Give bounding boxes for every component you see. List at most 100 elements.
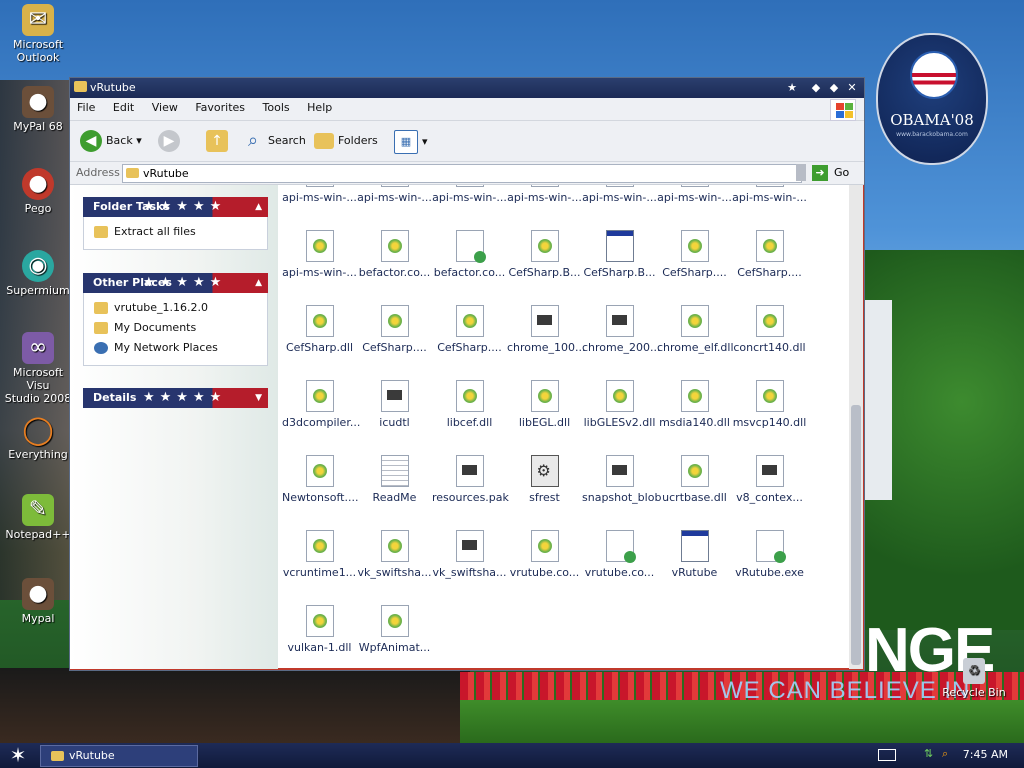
other-places-header[interactable]: Other Places ★★★★★ ▲ (83, 273, 268, 293)
minimize-button[interactable]: ◆ (808, 80, 824, 96)
file-item[interactable]: vRutube.exe (732, 530, 807, 579)
network-tray-icon[interactable]: ⇅ (924, 747, 933, 760)
taskbar-item-vrutube[interactable]: vRutube (40, 745, 198, 767)
address-dropdown[interactable] (796, 164, 806, 181)
file-item[interactable]: snapshot_blob (582, 455, 661, 504)
file-item[interactable]: libEGL.dll (507, 380, 582, 429)
file-item[interactable]: CefSharp.dll (282, 305, 357, 354)
start-button[interactable]: ✶ (7, 745, 29, 766)
place-my-network-places[interactable]: My Network Places (94, 339, 257, 359)
file-item[interactable]: api-ms-win-... (432, 185, 507, 204)
folders-button[interactable]: Folders (314, 130, 378, 152)
place-my-documents[interactable]: My Documents (94, 319, 257, 339)
file-item[interactable]: api-ms-win-... (282, 230, 357, 279)
desktop-icon-outlook[interactable]: ✉ Microsoft Outlook (0, 4, 76, 64)
folder-tasks-body: Extract all files (83, 217, 268, 250)
desktop-icon-mypal68[interactable]: ● MyPal 68 (0, 86, 76, 133)
menu-tools[interactable]: Tools (256, 98, 297, 114)
back-button[interactable]: ◀ Back ▾ (80, 130, 142, 152)
file-item[interactable]: api-ms-win-... (357, 185, 432, 204)
clock[interactable]: 7:45 AM (963, 748, 1008, 761)
search-button[interactable]: ⌕ Search (242, 130, 306, 152)
file-item[interactable]: vrutube.co... (582, 530, 657, 579)
file-item[interactable]: api-ms-win-... (657, 185, 732, 204)
file-item[interactable]: ReadMe (357, 455, 432, 504)
keyboard-icon[interactable] (878, 749, 896, 761)
file-item[interactable]: chrome_200... (582, 305, 661, 354)
dll-file-icon (455, 185, 484, 187)
file-item[interactable]: CefSharp.... (732, 230, 807, 279)
file-item[interactable]: concrt140.dll (732, 305, 807, 354)
scrollbar-thumb[interactable] (851, 405, 861, 665)
file-item[interactable]: vcruntime1... (282, 530, 357, 579)
file-item[interactable]: sfrest (507, 455, 582, 504)
file-item[interactable]: vRutube (657, 530, 732, 579)
file-item[interactable]: CefSharp.B... (507, 230, 582, 279)
desktop-icon-pego[interactable]: ● Pego (0, 168, 76, 215)
file-item[interactable]: CefSharp.... (657, 230, 732, 279)
file-item[interactable]: icudtl (357, 380, 432, 429)
up-folder-button[interactable]: ↑ (206, 130, 232, 152)
menu-file[interactable]: File (70, 98, 102, 114)
chevron-down-icon[interactable]: ▼ (255, 388, 262, 408)
file-item[interactable]: WpfAnimat... (357, 605, 432, 654)
file-item[interactable]: msvcp140.dll (732, 380, 807, 429)
chevron-up-icon[interactable]: ▲ (255, 273, 262, 293)
file-item[interactable]: libGLESv2.dll (582, 380, 657, 429)
file-item[interactable]: chrome_elf.dll (657, 305, 734, 354)
file-item[interactable]: Newtonsoft.... (282, 455, 358, 504)
place-vrutube-folder[interactable]: vrutube_1.16.2.0 (94, 299, 257, 319)
file-item[interactable]: resources.pak (432, 455, 509, 504)
close-button[interactable]: ✕ (844, 80, 860, 96)
file-item[interactable]: d3dcompiler... (282, 380, 360, 429)
toolbar: ◀ Back ▾ ▶ ↑ ⌕ Search Folders ▦ ▾ (70, 121, 864, 162)
file-item[interactable]: CefSharp.B... (582, 230, 657, 279)
file-item[interactable]: api-ms-win-... (582, 185, 657, 204)
star-icon[interactable]: ★ (784, 80, 800, 96)
file-item[interactable]: CefSharp.... (432, 305, 507, 354)
everything-tray-icon[interactable]: ⌕ (942, 747, 948, 761)
desktop-icon-visual-studio[interactable]: ∞ Microsoft Visu Studio 2008 (0, 332, 76, 405)
file-item[interactable]: api-ms-win-... (732, 185, 807, 204)
file-item[interactable]: CefSharp.... (357, 305, 432, 354)
desktop-icon-supermium[interactable]: ◉ Supermium (0, 250, 76, 297)
file-item[interactable]: msdia140.dll (657, 380, 732, 429)
address-value: vRutube (143, 167, 189, 180)
address-input[interactable]: vRutube (122, 164, 802, 183)
file-item[interactable]: befactor.co... (357, 230, 432, 279)
file-item[interactable]: libcef.dll (432, 380, 507, 429)
file-item[interactable]: api-ms-win-... (282, 185, 357, 204)
desktop-icon-everything[interactable]: ◯ Everything (0, 414, 76, 462)
chevron-up-icon[interactable]: ▲ (255, 197, 262, 217)
folder-tasks-header[interactable]: Folder Tasks ★★★★★ ▲ (83, 197, 268, 217)
vertical-scrollbar[interactable] (849, 185, 863, 669)
go-button[interactable]: ➜ Go (812, 164, 849, 182)
desktop-icon-mypal[interactable]: ● Mypal (0, 578, 76, 625)
desktop-icon-label: Recycle Bin (942, 686, 1006, 699)
views-button[interactable]: ▦ ▾ (394, 130, 428, 154)
file-item[interactable]: vk_swiftsha... (357, 530, 432, 579)
forward-button[interactable]: ▶ (158, 130, 184, 152)
file-item[interactable]: chrome_100... (507, 305, 586, 354)
window-titlebar[interactable]: vRutube ★ ◆ ◆ ✕ (70, 78, 864, 98)
pego-icon: ● (22, 168, 54, 200)
details-header[interactable]: Details ★★★★★ ▼ (83, 388, 268, 408)
file-item[interactable]: befactor.co... (432, 230, 507, 279)
desktop-icon-notepadpp[interactable]: ✎ Notepad++ (0, 494, 76, 541)
window-title: vRutube (90, 81, 136, 94)
file-name: vk_swiftsha... (357, 566, 432, 579)
file-item[interactable]: vk_swiftsha... (432, 530, 507, 579)
file-item[interactable]: v8_contex... (732, 455, 807, 504)
maximize-button[interactable]: ◆ (826, 80, 842, 96)
file-item[interactable]: vrutube.co... (507, 530, 582, 579)
menu-favorites[interactable]: Favorites (188, 98, 252, 114)
file-item[interactable]: api-ms-win-... (507, 185, 582, 204)
file-name: CefSharp.B... (583, 266, 656, 279)
file-item[interactable]: vulkan-1.dll (282, 605, 357, 654)
file-item[interactable]: ucrtbase.dll (657, 455, 732, 504)
task-extract-all[interactable]: Extract all files (94, 223, 257, 243)
menu-edit[interactable]: Edit (106, 98, 141, 114)
menu-help[interactable]: Help (300, 98, 339, 114)
desktop-icon-recycle-bin[interactable]: ♻ Recycle Bin (936, 658, 1012, 699)
menu-view[interactable]: View (145, 98, 185, 114)
